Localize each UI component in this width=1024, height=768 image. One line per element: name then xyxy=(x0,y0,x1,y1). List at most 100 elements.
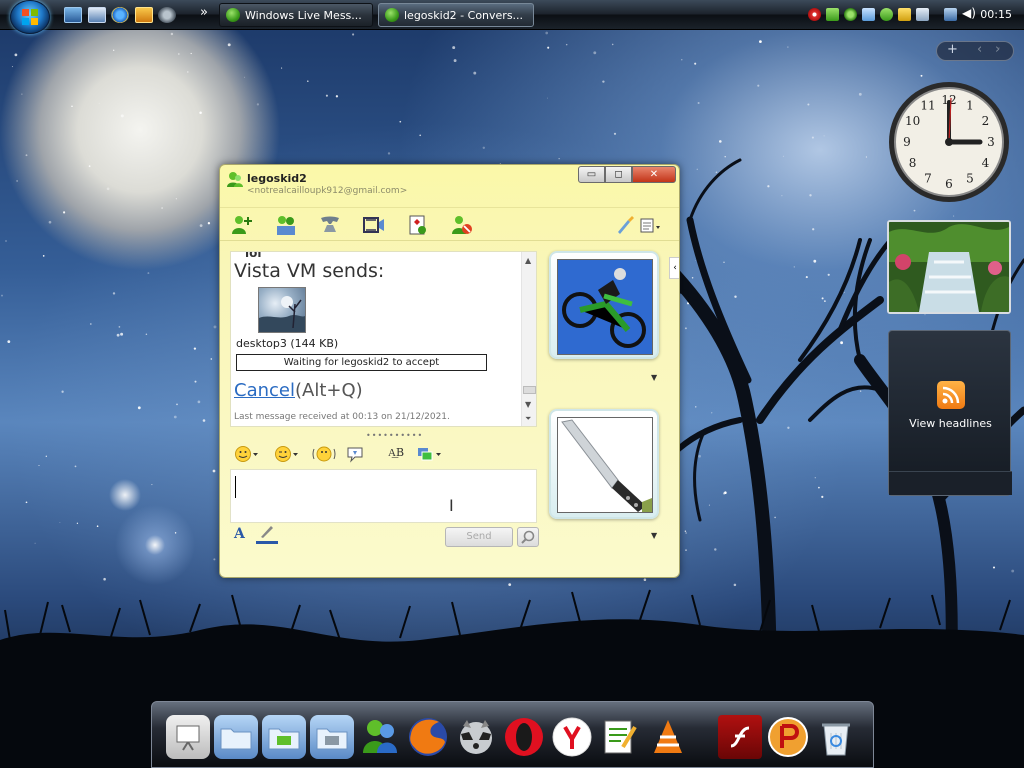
quicklaunch-overflow[interactable]: » xyxy=(200,5,208,20)
show-desktop-icon[interactable] xyxy=(64,7,82,23)
backgrounds-icon[interactable] xyxy=(416,445,444,463)
network-icon[interactable] xyxy=(826,8,839,21)
task-label: legoskid2 - Convers... xyxy=(404,8,524,22)
recycle-bin-icon[interactable] xyxy=(814,715,858,759)
clock-numeral: 7 xyxy=(924,171,932,185)
scroll-thumb[interactable] xyxy=(523,386,536,394)
waterfall-photo xyxy=(889,222,1009,312)
scroll-up-arrow[interactable]: ▲ xyxy=(525,256,531,265)
battery-icon[interactable] xyxy=(898,8,911,21)
prev-gadget-button[interactable]: ‹ xyxy=(977,42,982,57)
task-messenger[interactable]: Windows Live Mess... xyxy=(219,3,373,27)
pictures-folder-icon[interactable] xyxy=(262,715,306,759)
raccoon-dock-icon[interactable] xyxy=(454,715,498,759)
firefox-icon[interactable] xyxy=(406,715,450,759)
clock-gadget[interactable]: 1234567891011 12 xyxy=(887,80,1011,204)
my-picture-image xyxy=(557,417,653,513)
pen-icon xyxy=(261,526,273,538)
clock-numeral: 2 xyxy=(982,114,990,128)
invite-contact-icon[interactable] xyxy=(230,214,254,236)
clock-numeral: 8 xyxy=(909,156,917,170)
minimize-button[interactable]: ▭ xyxy=(578,166,605,183)
cancel-transfer-line: Cancel(Alt+Q) xyxy=(234,380,363,401)
text-color-button[interactable] xyxy=(256,524,278,544)
menu-icon[interactable] xyxy=(638,214,662,236)
documents-folder-icon[interactable] xyxy=(214,715,258,759)
flash-icon[interactable] xyxy=(718,715,762,759)
notepad-app-icon[interactable] xyxy=(598,715,642,759)
voice-clip-icon[interactable] xyxy=(346,445,366,463)
media-player-icon[interactable] xyxy=(135,7,153,23)
my-display-picture[interactable] xyxy=(549,409,659,519)
taskbar: » Windows Live Mess... legoskid2 - Conve… xyxy=(0,0,1024,34)
cancel-transfer-link[interactable]: Cancel xyxy=(234,380,295,401)
view-headlines-label[interactable]: View headlines xyxy=(889,417,1012,430)
previous-message-text: lol xyxy=(245,251,262,260)
block-contact-icon[interactable] xyxy=(450,214,474,236)
handwriting-icon[interactable]: A͟B xyxy=(388,446,404,464)
paint-brush-icon[interactable] xyxy=(612,214,636,236)
contact-picture-menu-arrow[interactable]: ▼ xyxy=(651,373,657,382)
clock-numeral: 3 xyxy=(987,135,995,149)
games-icon[interactable] xyxy=(406,214,430,236)
application-dock xyxy=(151,701,874,768)
video-call-icon[interactable] xyxy=(362,214,386,236)
display-icon[interactable] xyxy=(916,8,929,21)
send-button[interactable]: Send xyxy=(445,527,513,547)
font-button[interactable]: A xyxy=(234,526,245,542)
add-gadget-button[interactable]: + xyxy=(947,42,958,57)
close-button[interactable]: ✕ xyxy=(632,166,676,183)
task-conversation[interactable]: legoskid2 - Convers... xyxy=(378,3,534,27)
next-gadget-button[interactable]: › xyxy=(995,42,1000,57)
raccoon-app-icon[interactable] xyxy=(158,7,176,23)
rss-icon xyxy=(937,381,965,409)
network-connection-icon[interactable] xyxy=(944,8,957,21)
clock-numeral: 1 xyxy=(966,99,974,113)
yandex-icon[interactable] xyxy=(550,715,594,759)
volume-icon[interactable]: ◀) xyxy=(962,6,976,20)
search-button[interactable] xyxy=(517,527,539,547)
taskbar-clock[interactable]: 00:15 xyxy=(980,8,1012,21)
last-message-timestamp: Last message received at 00:13 on 21/12/… xyxy=(234,412,450,422)
file-transfer-sender: Vista VM sends: xyxy=(234,260,385,282)
wink-icon[interactable] xyxy=(274,445,300,463)
emoticon-icon[interactable] xyxy=(234,445,260,463)
scroll-down-arrow[interactable]: ▼ xyxy=(525,400,531,409)
message-input[interactable]: I xyxy=(230,469,537,523)
scroll-end-arrow[interactable]: ⏷ xyxy=(525,414,531,424)
task-label: Windows Live Mess... xyxy=(245,8,362,22)
share-files-icon[interactable] xyxy=(274,214,298,236)
vlc-icon[interactable] xyxy=(646,715,690,759)
history-scrollbar[interactable]: ▲ ▼ ⏷ xyxy=(521,252,536,426)
message-history[interactable]: lol Vista VM sends: desktop3 (144 KB) Wa… xyxy=(230,251,537,427)
messenger-tray-icon[interactable] xyxy=(844,8,857,21)
nudge-icon[interactable] xyxy=(312,445,336,463)
clock-numeral: 11 xyxy=(920,99,935,113)
computer-folder-icon[interactable] xyxy=(310,715,354,759)
pane-splitter[interactable]: •••••••••• xyxy=(366,431,423,440)
security-alert-icon[interactable] xyxy=(808,8,821,21)
contact-display-picture[interactable] xyxy=(549,251,659,359)
slideshow-gadget[interactable] xyxy=(887,220,1011,314)
presentation-app-icon[interactable] xyxy=(166,715,210,759)
buddy-status-icon xyxy=(227,172,243,187)
windows-logo-icon xyxy=(22,9,38,25)
search-icon xyxy=(521,530,535,544)
call-contact-icon[interactable] xyxy=(318,214,342,236)
paint-app-icon[interactable] xyxy=(766,715,810,759)
compose-format-bar: A͟B xyxy=(230,441,537,467)
contact-display-name: legoskid2 xyxy=(247,172,307,185)
opera-icon[interactable] xyxy=(502,715,546,759)
conversation-title-bar[interactable]: legoskid2 <notrealcailloupk912@gmail.com… xyxy=(220,165,679,205)
switch-windows-icon[interactable] xyxy=(88,7,106,23)
sync-icon[interactable] xyxy=(880,8,893,21)
internet-explorer-icon[interactable] xyxy=(111,7,129,23)
update-icon[interactable] xyxy=(862,8,875,21)
maximize-button[interactable]: ◻ xyxy=(605,166,632,183)
my-picture-menu-arrow[interactable]: ▼ xyxy=(651,531,657,540)
messenger-dock-icon[interactable] xyxy=(358,715,402,759)
file-thumbnail[interactable] xyxy=(258,287,306,333)
collapse-pictures-button[interactable]: ‹ xyxy=(669,257,679,279)
feed-headlines-gadget[interactable]: View headlines xyxy=(888,330,1012,496)
start-button[interactable] xyxy=(10,0,50,34)
